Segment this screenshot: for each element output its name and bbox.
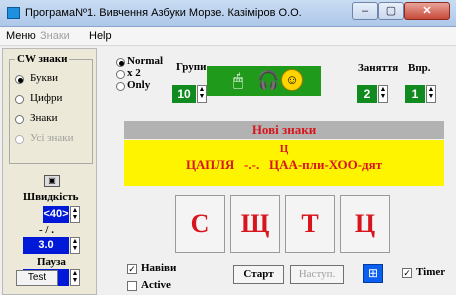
radio-x2-label: x 2 xyxy=(127,67,141,79)
lessons-value[interactable]: 2 xyxy=(357,85,377,103)
radio-signs[interactable] xyxy=(15,115,24,124)
radio-digits[interactable] xyxy=(15,95,24,104)
ratio-spinner[interactable]: ▲ ▼ xyxy=(70,237,80,254)
menu-item-signs[interactable]: Знаки xyxy=(40,30,70,42)
close-button[interactable]: ✕ xyxy=(404,2,450,20)
timer-label: Timer xyxy=(416,266,446,278)
current-sign-panel: Ц ЦАПЛЯ -.-. ЦАА-пли-ХОО-дят xyxy=(124,140,444,186)
title-bar[interactable]: ПрограмаNº1. Вивчення Азбуки Морзе. Казі… xyxy=(0,0,456,27)
letter-button-2[interactable]: Щ xyxy=(230,195,280,253)
maximize-button[interactable]: ▢ xyxy=(378,2,404,20)
active-checkbox[interactable] xyxy=(127,281,137,291)
radio-normal-label: Normal xyxy=(127,55,164,67)
lessons-spinner[interactable]: ▲ ▼ xyxy=(378,85,388,103)
mouse-icon: 🖱 xyxy=(233,71,244,90)
menu-bar: Меню Знаки Help xyxy=(0,27,456,46)
timer-checkbox[interactable]: ✓ xyxy=(402,268,412,278)
speed-spinner[interactable]: ▲ ▼ xyxy=(70,206,80,223)
smiley-icon: ☺ xyxy=(281,69,303,91)
radio-x2[interactable] xyxy=(116,70,125,79)
exercise-label: Впр. xyxy=(408,62,431,74)
letter-button-1[interactable]: С xyxy=(175,195,225,253)
hints-checkbox[interactable]: ✓ xyxy=(127,264,137,274)
next-button[interactable]: Наступ. xyxy=(290,265,344,284)
radio-all-signs[interactable] xyxy=(15,135,24,144)
app-icon xyxy=(7,7,20,19)
ratio-value[interactable]: 3.0 xyxy=(23,237,69,254)
radio-signs-label: Знаки xyxy=(30,112,58,124)
radio-only[interactable] xyxy=(116,82,125,91)
hints-label: Навіви xyxy=(141,262,177,274)
pause-label: Пауза xyxy=(37,256,66,268)
radio-letters[interactable] xyxy=(15,75,24,84)
cw-signs-title: CW знаки xyxy=(15,53,70,65)
letter-button-4[interactable]: Ц xyxy=(340,195,390,253)
headphones-icon: 🎧 xyxy=(257,70,280,90)
exercise-value[interactable]: 1 xyxy=(405,85,425,103)
exercise-spinner[interactable]: ▲ ▼ xyxy=(426,85,436,103)
groups-label: Групи xyxy=(176,61,207,73)
test-button[interactable]: Test xyxy=(16,270,58,286)
dash-dot-ratio-label: - / . xyxy=(39,224,54,236)
groups-spinner[interactable]: ▲ ▼ xyxy=(197,85,207,103)
radio-all-signs-label: Усі знаки xyxy=(30,132,74,144)
lessons-label: Заняття xyxy=(358,62,399,74)
current-mnemonic: ЦАПЛЯ -.-. ЦАА-пли-ХОО-дят xyxy=(185,157,383,172)
start-button[interactable]: Старт xyxy=(233,265,284,284)
radio-normal[interactable] xyxy=(116,58,125,67)
speed-value[interactable]: <40> xyxy=(43,206,69,223)
current-letter: Ц xyxy=(279,143,289,155)
left-panel: CW знаки Букви Цифри Знаки Усі знаки ▣ Ш… xyxy=(2,48,97,295)
pause-spinner[interactable]: ▲ ▼ xyxy=(70,269,80,286)
status-icon-panel: 🖱 🎧 ☺ xyxy=(207,66,321,96)
radio-digits-label: Цифри xyxy=(30,92,63,104)
window-title: ПрограмаNº1. Вивчення Азбуки Морзе. Казі… xyxy=(25,7,302,19)
menu-item-menu[interactable]: Меню xyxy=(6,30,36,42)
radio-only-label: Only xyxy=(127,79,151,91)
active-label: Active xyxy=(141,279,171,291)
speed-settings-icon[interactable]: ▣ xyxy=(44,175,60,187)
radio-letters-label: Букви xyxy=(30,72,58,84)
speed-label: Швидкість xyxy=(23,191,79,203)
groups-value[interactable]: 10 xyxy=(172,85,196,103)
letter-button-3[interactable]: Т xyxy=(285,195,335,253)
minimize-button[interactable]: – xyxy=(352,2,378,20)
new-signs-banner: Нові знаки xyxy=(124,121,444,139)
menu-item-help[interactable]: Help xyxy=(89,30,112,42)
keyboard-icon[interactable]: ⊞ xyxy=(363,264,383,283)
